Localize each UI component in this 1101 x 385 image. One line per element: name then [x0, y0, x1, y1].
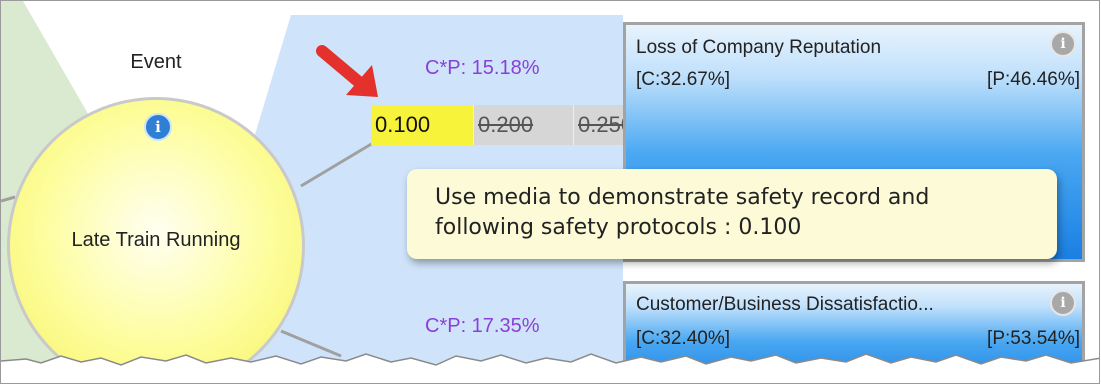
cp-value-upper: C*P: 15.18% — [425, 57, 540, 79]
info-icon[interactable]: i — [1050, 290, 1076, 316]
consequence-title: Loss of Company Reputation — [636, 37, 882, 58]
event-heading: Event — [130, 51, 182, 73]
control-tooltip: Use media to demonstrate safety record a… — [407, 169, 1057, 259]
consequence-c-value: [C:32.67%] — [636, 69, 730, 90]
consequence-p-value: [P:46.46%] — [987, 69, 1080, 90]
consequence-title: Customer/Business Dissatisfactio... — [636, 294, 934, 315]
value-option-selected[interactable]: 0.100 — [371, 105, 473, 145]
cp-value-lower: C*P: 17.35% — [425, 315, 540, 337]
info-icon[interactable]: i — [1050, 31, 1076, 57]
pointer-arrow-icon — [316, 45, 378, 97]
tooltip-line: following safety protocols : 0.100 — [435, 215, 802, 240]
value-selector[interactable]: 0.100 0.200 0.250 — [371, 105, 631, 145]
bowtie-diagram-canvas: Event i Late Train Running C*P: 15.18% C… — [0, 0, 1100, 384]
event-node-label: Late Train Running — [71, 229, 241, 251]
info-icon[interactable]: i — [144, 113, 172, 141]
value-option[interactable]: 0.200 — [473, 105, 573, 145]
torn-edge — [1, 353, 1099, 383]
tooltip-line: Use media to demonstrate safety record a… — [435, 185, 930, 210]
